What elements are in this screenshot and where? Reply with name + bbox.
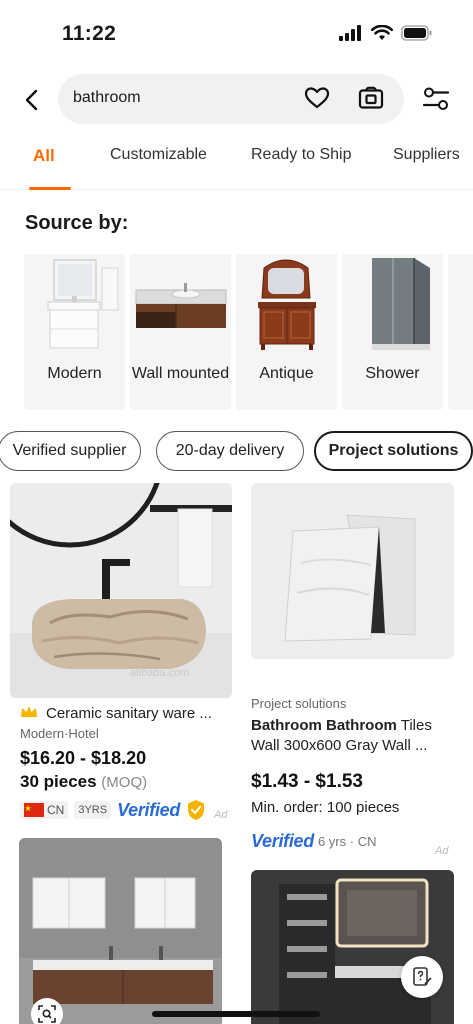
chevron-left-icon xyxy=(25,89,38,111)
category-carousel: Modern Wall mounted Antique Shower xyxy=(24,254,473,410)
ceramic-basin-illustration xyxy=(10,483,232,698)
led-mirror-bathroom-illustration xyxy=(251,870,454,1024)
supplier-meta: Verified 6 yrs · CN xyxy=(251,831,376,852)
supplier-badges: CN 3YRS Verified xyxy=(20,797,232,823)
tab-all[interactable]: All xyxy=(33,146,55,166)
category-card-partial[interactable] xyxy=(448,254,473,410)
search-tabs: All Customizable Ready to Ship Suppliers xyxy=(0,136,473,190)
category-label-wall-mounted: Wall mounted xyxy=(131,365,230,382)
product-min-order: Min. order: 100 pieces xyxy=(251,799,400,816)
visual-search-button[interactable] xyxy=(31,998,63,1024)
product-title: Ceramic sanitary ware ... xyxy=(46,705,212,722)
feedback-button[interactable] xyxy=(401,956,443,998)
filter-button[interactable] xyxy=(422,86,450,117)
image-watermark: alibaba.com xyxy=(130,667,190,679)
supplier-years-country: 6 yrs · CN xyxy=(317,834,377,849)
product-image-led-mirror xyxy=(251,870,454,1024)
home-indicator xyxy=(152,1011,320,1017)
verified-medal-icon xyxy=(188,800,205,820)
status-bar: 11:22 xyxy=(0,0,473,70)
chip-verified-supplier[interactable]: Verified supplier xyxy=(0,431,141,471)
verified-badge: Verified xyxy=(117,799,181,820)
wall-mounted-vanity-image xyxy=(130,254,231,354)
product-price: $16.20 - $18.20 xyxy=(20,748,147,768)
status-icons xyxy=(339,25,433,41)
source-by-title: Source by: xyxy=(25,212,129,234)
product-card-led-mirror[interactable] xyxy=(251,870,454,1024)
camera-icon xyxy=(358,86,384,109)
category-label-modern: Modern xyxy=(47,365,102,382)
modern-vanity-image xyxy=(24,254,125,354)
chip-project-solutions[interactable]: Project solutions xyxy=(314,431,473,471)
signal-icon xyxy=(339,25,361,41)
category-card-shower[interactable]: Shower xyxy=(342,254,443,410)
tab-customizable[interactable]: Customizable xyxy=(110,146,207,164)
status-time: 11:22 xyxy=(62,22,117,45)
product-title-bold: Bathroom Bathroom xyxy=(251,717,397,734)
category-card-wall-mounted[interactable]: Wall mounted xyxy=(130,254,231,410)
chip-20-day-delivery[interactable]: 20-day delivery xyxy=(156,431,304,471)
search-header: bathroom xyxy=(0,72,473,128)
filter-sliders-icon xyxy=(422,87,450,110)
moq-label: (MOQ) xyxy=(101,774,148,791)
moq-quantity: 30 pieces xyxy=(20,772,97,791)
wifi-icon xyxy=(371,25,393,40)
gray-tiles-illustration xyxy=(251,483,454,659)
antique-vanity-image xyxy=(236,254,337,354)
years-badge: 3YRS xyxy=(74,801,112,819)
product-image-double-vanity xyxy=(19,838,222,1024)
edit-note-icon xyxy=(413,967,432,986)
verified-badge: Verified xyxy=(251,831,314,851)
china-flag-icon xyxy=(24,803,44,817)
product-price: $1.43 - $1.53 xyxy=(251,771,363,792)
search-input[interactable]: bathroom xyxy=(58,74,404,124)
product-title-line2: Wall 300x600 Gray Wall ... xyxy=(251,737,428,754)
filter-chips: Verified supplier 20-day delivery Projec… xyxy=(0,431,473,471)
heart-icon xyxy=(304,87,330,109)
product-image-basin: alibaba.com xyxy=(10,483,232,698)
country-code: CN xyxy=(47,803,65,817)
double-vanity-illustration xyxy=(19,838,222,1024)
product-card-wall-tiles[interactable]: Project solutions Bathroom Bathroom Tile… xyxy=(251,483,461,863)
favorite-button[interactable] xyxy=(304,86,330,115)
product-subtitle: Modern·Hotel xyxy=(20,726,99,741)
tab-suppliers[interactable]: Suppliers xyxy=(393,146,460,164)
product-title: Bathroom Bathroom Tiles xyxy=(251,717,432,734)
crown-icon xyxy=(21,706,37,717)
category-label-shower: Shower xyxy=(365,365,420,382)
search-query-text: bathroom xyxy=(73,89,141,106)
scan-search-icon xyxy=(38,1005,56,1023)
product-tag: Project solutions xyxy=(251,696,347,711)
product-card-ceramic-basin[interactable]: alibaba.com Ceramic sanitary ware ... Mo… xyxy=(10,483,232,828)
shower-enclosure-image xyxy=(342,254,443,354)
category-card-modern[interactable]: Modern xyxy=(24,254,125,410)
active-tab-indicator xyxy=(29,187,71,190)
product-title-rest: Tiles xyxy=(396,717,432,734)
back-button[interactable] xyxy=(18,84,44,116)
battery-icon xyxy=(401,25,432,41)
ad-label: Ad xyxy=(214,809,228,821)
product-card-double-vanity[interactable] xyxy=(19,838,222,1024)
category-label-antique: Antique xyxy=(259,365,314,382)
product-image-tiles xyxy=(251,483,454,659)
country-badge: CN xyxy=(20,801,69,819)
ad-label: Ad xyxy=(435,845,449,857)
tab-ready-to-ship[interactable]: Ready to Ship xyxy=(251,146,352,164)
category-card-antique[interactable]: Antique xyxy=(236,254,337,410)
image-search-button[interactable] xyxy=(358,86,384,115)
product-moq: 30 pieces (MOQ) xyxy=(20,772,147,792)
